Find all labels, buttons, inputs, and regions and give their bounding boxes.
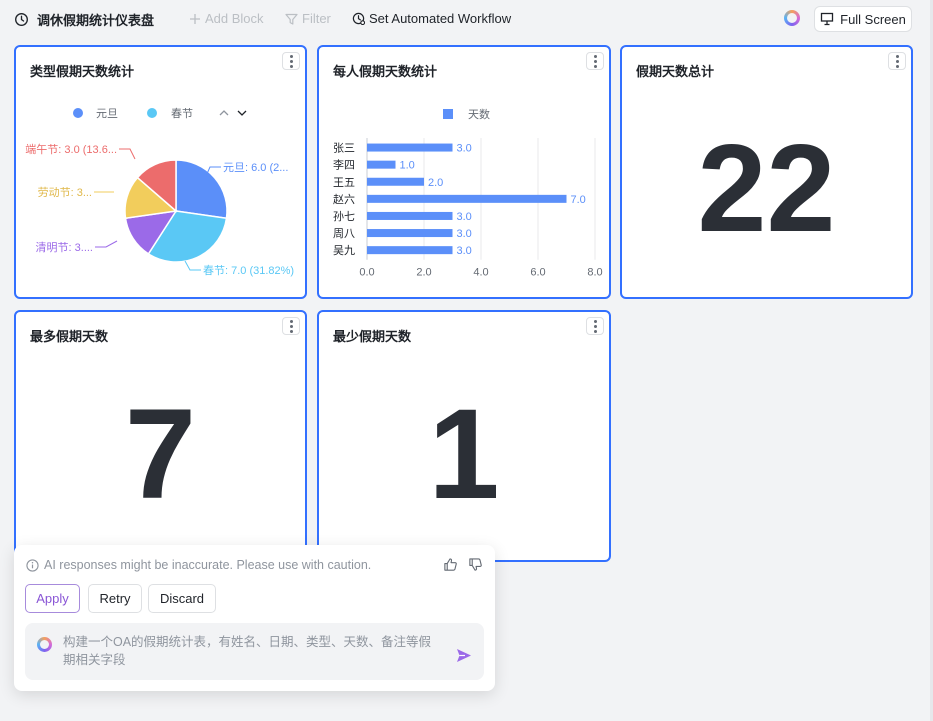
legend-prev-icon[interactable] [219,110,229,116]
max-card-title: 最多假期天数 [30,329,109,344]
bar-data-label: 3.0 [457,211,472,223]
discard-button[interactable]: Discard [148,584,216,613]
slice-label-laodong: 劳动节: 3... [38,186,92,199]
full-screen-label: Full Screen [840,11,906,27]
y-tick-label: 张三 [333,142,355,155]
pie-chart: 元旦 春节 元旦: 6.0 (2... 春节: 7.0 (31.82%) 清明节… [25,107,294,277]
max-days-card[interactable]: 最多假期天数 7 [14,310,307,562]
ai-prompt-box[interactable]: 构建一个OA的假期统计表，有姓名、日期、类型、天数、备注等假期相关字段 [25,623,484,680]
top-toolbar: 调休假期统计仪表盘 Add Block Filter Set Automated… [0,0,933,38]
bar-data-label: 2.0 [428,177,443,189]
filter-button[interactable]: Filter [285,11,331,26]
automation-label: Set Automated Workflow [369,11,512,26]
min-days-value: 1 [428,383,500,526]
dashboard-title: 调休假期统计仪表盘 [37,13,155,28]
max-days-value: 7 [124,383,197,526]
add-block-button[interactable]: Add Block [189,11,264,26]
pie-slice-0[interactable] [175,159,228,220]
ai-response-panel: AI responses might be inaccurate. Please… [14,545,495,691]
dashboard-title-area: 调休假期统计仪表盘 [14,10,154,29]
total-days-card[interactable]: 假期天数总计 22 [620,45,913,299]
x-tick-label: 6.0 [530,267,545,279]
legend-marker-days[interactable] [443,109,453,119]
slice-label-yuandan: 元旦: 6.0 (2... [223,162,288,174]
bar-data-label: 3.0 [457,143,472,155]
min-days-card[interactable]: 最少假期天数 1 [317,310,611,562]
set-automated-workflow-button[interactable]: Set Automated Workflow [352,11,511,26]
bar-赵六[interactable] [367,194,567,203]
bar-孙七[interactable] [367,211,453,220]
retry-button[interactable]: Retry [88,584,142,613]
bar-chart-card[interactable]: 每人假期天数统计 天数 0.0 2.0 4.0 6.0 8.0 张三 3.0 李四 1.0 王五… [317,45,611,299]
y-tick-label: 孙七 [333,210,355,223]
pie-chart-card[interactable]: 类型假期天数统计 元旦 春节 元旦: 6.0 (2... 春节: 7.0 (31… [14,45,307,299]
send-icon[interactable] [456,648,472,663]
slice-label-qingming: 清明节: 3.... [36,241,93,254]
legend-marker-yuandan[interactable] [73,108,83,118]
ai-warning-text: AI responses might be inaccurate. Please… [44,558,372,572]
bar-李四[interactable] [367,160,396,169]
bar-周八[interactable] [367,229,453,238]
automation-icon [352,12,365,25]
slice-label-duanwu: 端午节: 3.0 (13.6... [25,143,117,156]
thumbs-down-icon[interactable] [468,557,483,572]
slice-label-chunjie: 春节: 7.0 (31.82%) [203,264,294,277]
ai-warning: AI responses might be inaccurate. Please… [26,558,371,572]
bar-data-label: 3.0 [457,245,472,257]
y-tick-label: 吴九 [333,244,355,257]
plus-icon [190,13,200,24]
x-tick-label: 0.0 [359,267,374,279]
legend-marker-chunjie[interactable] [147,108,157,118]
legend-label-days[interactable]: 天数 [468,108,490,121]
thumbs-up-icon[interactable] [443,557,458,572]
apply-button[interactable]: Apply [25,584,80,613]
bar-grid: 0.0 2.0 4.0 6.0 8.0 [359,138,603,279]
y-tick-label: 李四 [333,158,355,172]
more-options-icon[interactable] [586,317,604,335]
more-options-icon[interactable] [282,317,300,335]
ai-assistant-icon[interactable] [784,10,800,26]
legend-label-yuandan[interactable]: 元旦 [96,108,118,120]
legend-next-icon[interactable] [237,110,247,116]
y-tick-label: 赵六 [333,192,355,206]
y-tick-label: 周八 [333,227,355,240]
feedback-buttons [443,557,483,572]
more-options-icon[interactable] [888,52,906,70]
bar-data-label: 1.0 [400,160,415,172]
presentation-icon [820,12,834,26]
total-card-title: 假期天数总计 [636,64,715,79]
bar-chart: 天数 0.0 2.0 4.0 6.0 8.0 张三 3.0 李四 1.0 王五 2.0 赵六 7.0 孙… [333,108,603,279]
full-screen-button[interactable]: Full Screen [814,6,912,32]
bar-吴九[interactable] [367,246,453,255]
ai-prompt-text[interactable]: 构建一个OA的假期统计表，有姓名、日期、类型、天数、备注等假期相关字段 [63,633,443,669]
filter-icon [285,13,298,25]
min-card-title: 最少假期天数 [333,329,412,344]
history-clock-icon[interactable] [14,12,29,27]
bar-张三[interactable] [367,143,453,152]
legend-label-chunjie[interactable]: 春节 [171,107,193,120]
pie-slices [124,159,228,263]
bar-data-label: 7.0 [571,194,586,206]
bar-王五[interactable] [367,177,424,186]
x-tick-label: 4.0 [473,267,488,279]
info-icon [26,558,39,572]
y-tick-label: 王五 [333,177,355,189]
bar-marks: 张三 3.0 李四 1.0 王五 2.0 赵六 7.0 孙七 3.0 周八 3.0 吴九 3.0 [333,142,586,258]
filter-label: Filter [302,11,331,26]
bar-data-label: 3.0 [457,228,472,240]
x-tick-label: 8.0 [587,267,602,279]
add-block-label: Add Block [205,11,264,26]
total-days-value: 22 [697,120,836,258]
pie-legend: 元旦 春节 [73,107,247,120]
ai-assistant-icon [37,637,52,652]
x-tick-label: 2.0 [416,267,431,279]
